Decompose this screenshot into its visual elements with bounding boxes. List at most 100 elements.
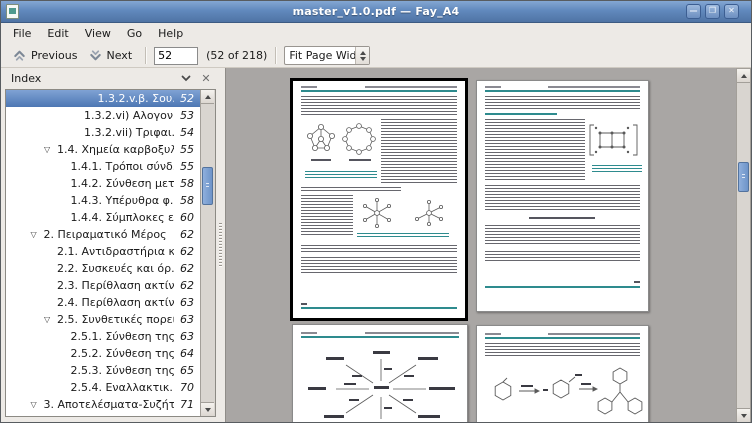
- close-button[interactable]: ✕: [724, 4, 739, 19]
- combo-spinner-icon: [355, 47, 369, 64]
- toc-item-label: 1.3.2.v.β. Σου...: [98, 92, 175, 105]
- page-header-rule: [485, 337, 640, 339]
- page-header-text: [301, 86, 317, 88]
- menu-item-edit[interactable]: Edit: [39, 25, 76, 42]
- maximize-button[interactable]: ❐: [705, 4, 720, 19]
- next-page-button[interactable]: Next: [83, 46, 138, 65]
- expander-triangle-icon[interactable]: ▽: [44, 311, 57, 328]
- toc-item[interactable]: 2.5.1. Σύνθεση της...63: [6, 328, 200, 345]
- next-label: Next: [107, 49, 133, 62]
- scroll-up-icon[interactable]: [201, 90, 214, 104]
- toc-item[interactable]: 1.3.2.vii) Τριφαι...54: [6, 124, 200, 141]
- expander-triangle-icon[interactable]: ▽: [31, 396, 44, 413]
- sidebar-selector-chevron-down-icon[interactable]: [176, 72, 196, 85]
- expander-triangle-icon[interactable]: ▽: [31, 226, 44, 243]
- benzene-reaction-scheme-figure: [483, 362, 644, 420]
- toc-item[interactable]: ▽3.1. Χαρακτηρισμός ...71: [6, 413, 200, 416]
- minimize-button[interactable]: —: [686, 4, 701, 19]
- page-text-block: [301, 96, 457, 115]
- sidebar-resize-handle[interactable]: [216, 68, 225, 423]
- resize-grip-icon: [219, 223, 222, 267]
- page-header-text: [301, 332, 317, 334]
- toc-item-page-number: 71: [174, 415, 194, 416]
- toc-item-label: 2.3. Περίθλαση ακτίν...: [57, 279, 174, 292]
- toc-item-label: 3. Αποτελέσματα-Συζήτ...: [44, 398, 175, 411]
- figure-caption: [305, 171, 377, 179]
- page-header-text: [485, 86, 501, 88]
- page-count-label: (52 of 218): [206, 49, 267, 62]
- page-thumbnail[interactable]: [476, 325, 649, 423]
- sidebar-scrollbar-thumb[interactable]: [202, 167, 213, 205]
- main-scrollbar-thumb[interactable]: [738, 162, 749, 192]
- toc-item-label: 3.1. Χαρακτηρισμός ...: [57, 415, 174, 416]
- page-text-block: [485, 343, 640, 356]
- sidebar-scrollbar[interactable]: [200, 90, 215, 416]
- equation-text: [529, 217, 595, 219]
- go-down-icon: [88, 48, 103, 63]
- toc-item-page-number: 60: [174, 211, 194, 224]
- toc-item[interactable]: 2.1. Αντιδραστήρια κ...62: [6, 243, 200, 260]
- application-document-icon: [6, 4, 19, 19]
- expander-triangle-icon[interactable]: ▽: [44, 141, 57, 158]
- menu-item-view[interactable]: View: [77, 25, 119, 42]
- toc-item[interactable]: 1.4.1. Τρόποι σύνδ...55: [6, 158, 200, 175]
- toc-item[interactable]: ▽2. Πειραματικό Μέρος62: [6, 226, 200, 243]
- toc-item[interactable]: ▽1.4. Χημεία καρβοξυλ...55: [6, 141, 200, 158]
- menu-item-help[interactable]: Help: [150, 25, 191, 42]
- previous-page-button[interactable]: Previous: [7, 46, 83, 65]
- toc-item[interactable]: 1.4.4. Σύμπλοκες ε...60: [6, 209, 200, 226]
- toc-item[interactable]: 1.4.2. Σύνθεση μετ...58: [6, 175, 200, 192]
- toc-item[interactable]: 2.5.3. Σύνθεση της...65: [6, 362, 200, 379]
- page-text-block: [485, 119, 585, 180]
- toc-item-page-number: 62: [174, 279, 194, 292]
- toc-item-page-number: 58: [174, 194, 194, 207]
- toc-item-page-number: 63: [174, 330, 194, 343]
- page-number-input[interactable]: [154, 47, 198, 65]
- toc-item-page-number: 55: [174, 160, 194, 173]
- toc-item-label: 1.4.4. Σύμπλοκες ε...: [71, 211, 175, 224]
- radial-reaction-scheme-figure: [300, 343, 462, 423]
- page-header-text: [365, 332, 459, 334]
- toc-item-page-number: 65: [174, 364, 194, 377]
- expander-triangle-icon[interactable]: ▽: [44, 413, 57, 416]
- toc-item[interactable]: 2.2. Συσκευές και όρ...62: [6, 260, 200, 277]
- page-header-text: [548, 333, 640, 335]
- page-footer-rule: [301, 307, 457, 309]
- toc-item[interactable]: 1.4.3. Υπέρυθρα φ...58: [6, 192, 200, 209]
- toc-item[interactable]: ▽2.5. Συνθετικές πορεί...63: [6, 311, 200, 328]
- page-thumbnail[interactable]: [292, 324, 468, 423]
- toolbar-separator: [275, 47, 276, 64]
- figure-caption: [592, 165, 642, 173]
- toc-item-page-number: 58: [174, 177, 194, 190]
- toc-item-page-number: 71: [174, 398, 194, 411]
- toc-item[interactable]: 2.5.4. Εναλλακτικ...70: [6, 379, 200, 396]
- zoom-mode-value: Fit Page Width: [285, 47, 355, 64]
- document-view[interactable]: [225, 68, 736, 423]
- toolbar: Previous Next (52 of 218) Fit Page Width: [1, 44, 751, 68]
- menu-item-go[interactable]: Go: [119, 25, 150, 42]
- bracketed-complex-figure: [587, 121, 642, 161]
- scroll-down-icon[interactable]: [201, 402, 214, 416]
- toc-item-page-number: 52: [174, 92, 194, 105]
- toc-item[interactable]: 1.3.2.vi) Αλογον...53: [6, 107, 200, 124]
- sidebar-close-icon[interactable]: ✕: [196, 72, 216, 85]
- toc-item[interactable]: 2.5.2. Σύνθεση της...64: [6, 345, 200, 362]
- toc-item[interactable]: ▽3. Αποτελέσματα-Συζήτ...71: [6, 396, 200, 413]
- main-scrollbar[interactable]: [736, 68, 751, 423]
- toc-item-page-number: 64: [174, 347, 194, 360]
- menu-item-file[interactable]: File: [5, 25, 39, 42]
- toc-item[interactable]: 1.3.2.v.β. Σου...52: [6, 90, 200, 107]
- scroll-down-icon[interactable]: [737, 408, 750, 422]
- toc-item-label: 2.5.1. Σύνθεση της...: [71, 330, 175, 343]
- toc-item[interactable]: 2.3. Περίθλαση ακτίν...62: [6, 277, 200, 294]
- toc-item-label: 2.5.2. Σύνθεση της...: [71, 347, 175, 360]
- zoom-mode-select[interactable]: Fit Page Width: [284, 46, 370, 65]
- page-thumbnail-current[interactable]: [290, 78, 468, 321]
- page-header-rule: [301, 90, 457, 92]
- toc-item[interactable]: 2.4. Περίθλαση ακτίν...63: [6, 294, 200, 311]
- page-text-block: [301, 187, 401, 191]
- page-thumbnail[interactable]: [476, 80, 649, 312]
- scroll-up-icon[interactable]: [737, 69, 750, 83]
- page-text-block: [301, 257, 457, 273]
- page-text-block: [301, 245, 457, 252]
